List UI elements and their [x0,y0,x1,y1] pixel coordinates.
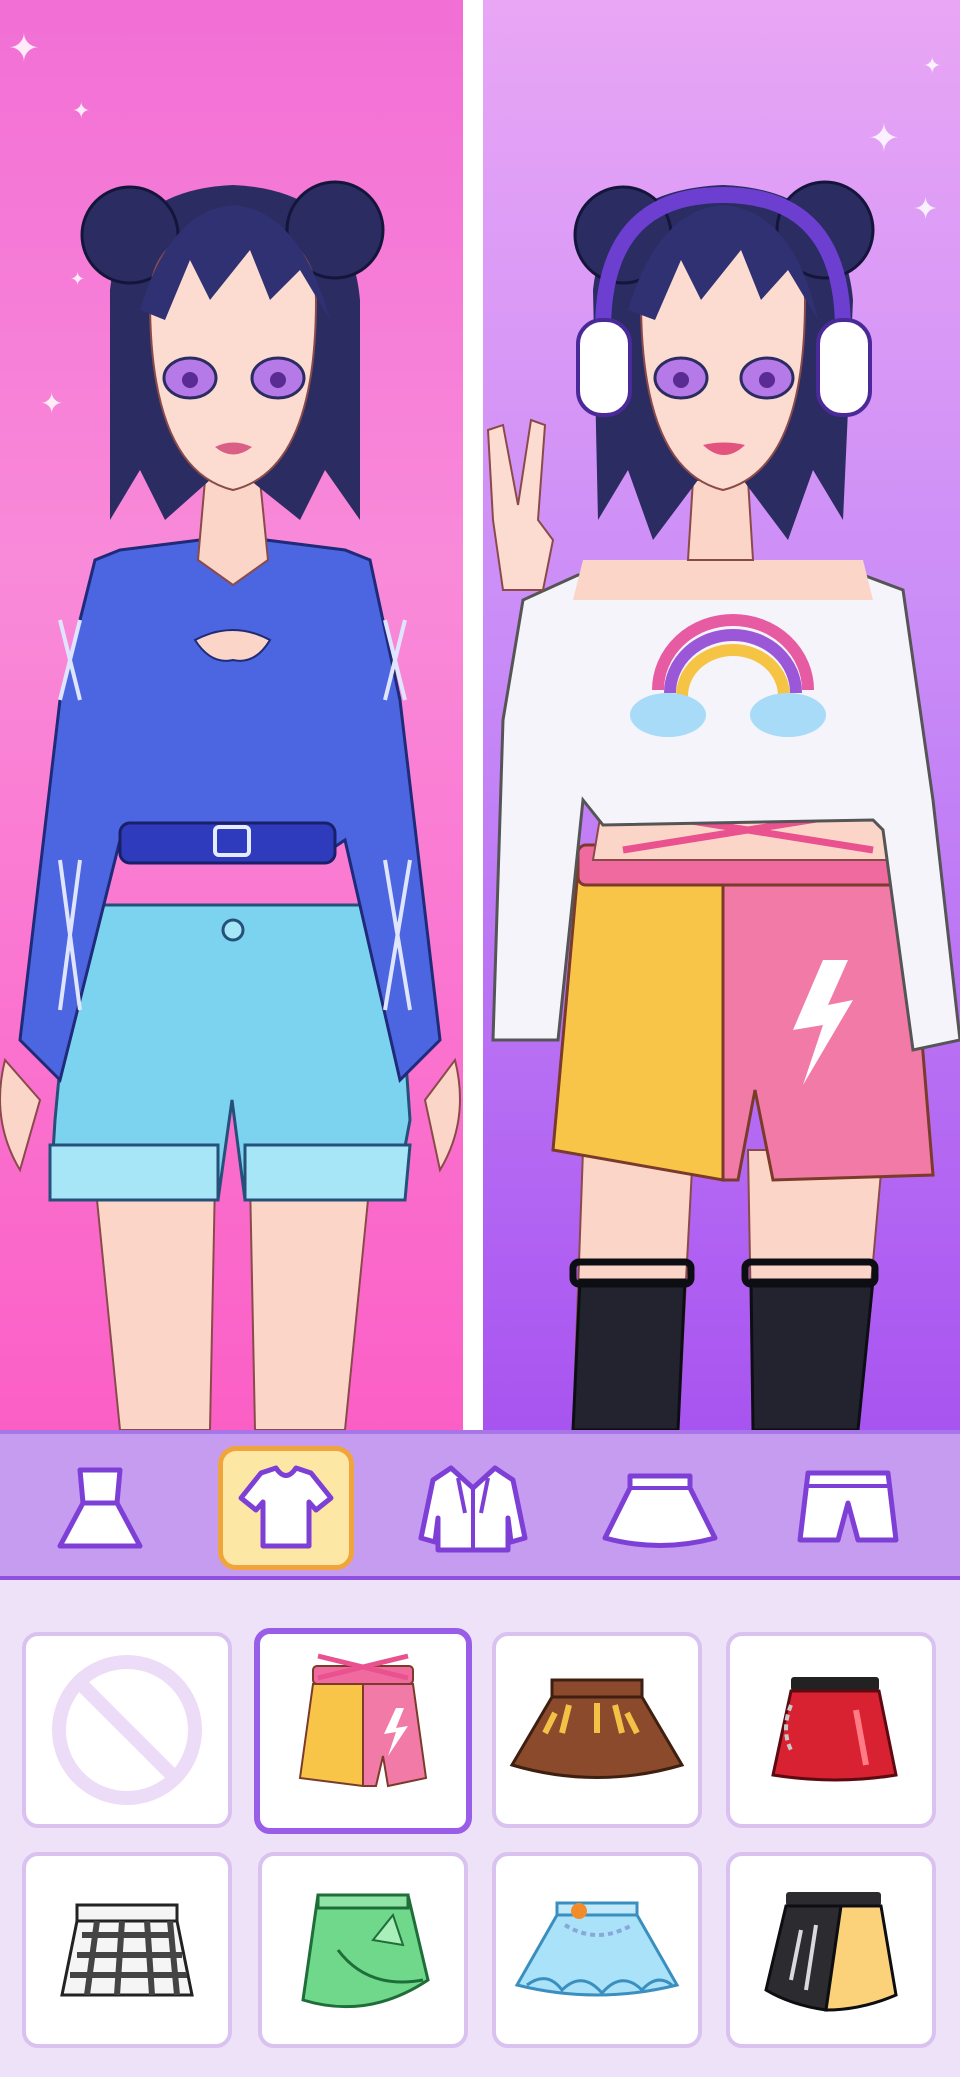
brown-bow-skirt-icon [509,1678,685,1779]
category-tab-skirt[interactable] [592,1446,728,1570]
item-skirt-black-yellow[interactable] [726,1852,936,2048]
sparkle-icon: ✦ [72,98,91,123]
skirt-icon [602,1473,718,1548]
item-skirt-brown[interactable] [492,1632,702,1828]
item-skirt-green[interactable] [258,1852,468,2048]
category-tab-jacket[interactable] [405,1446,541,1570]
none-icon [52,1655,202,1805]
character-panel-left: ✦ ✦ ✦ ✦ [0,0,463,1430]
item-skirt-split[interactable] [254,1628,472,1834]
item-grid [0,1580,960,2077]
shirt-icon [238,1465,334,1549]
character-left-figure [0,180,461,1430]
shorts-icon [797,1470,899,1543]
item-skirt-blue[interactable] [492,1852,702,2048]
character-right-figure [486,180,960,1430]
category-tab-shorts[interactable] [780,1446,916,1570]
blue-tulle-skirt-icon [514,1901,680,1997]
item-none[interactable] [22,1632,232,1828]
dress-up-preview: ✦ ✦ ✦ ✦ ✦ ✦ ✦ [0,0,960,1430]
category-tab-top[interactable] [218,1446,354,1570]
item-skirt-plaid[interactable] [22,1852,232,2048]
panel-divider [463,0,483,1430]
sparkle-icon: ✦ [913,193,939,226]
plaid-skirt-icon [60,1903,194,1997]
item-skirt-red[interactable] [726,1632,936,1828]
category-tab-dress[interactable] [32,1446,168,1570]
green-wrap-skirt-icon [301,1893,430,2009]
sparkle-icon: ✦ [70,269,86,289]
sparkle-icon: ✦ [40,388,64,419]
character-panel-right: ✦ ✦ ✦ [483,0,960,1430]
dress-icon [57,1467,143,1549]
black-yellow-skirt-icon [764,1892,898,2012]
sparkle-icon: ✦ [868,118,900,160]
jacket-icon [418,1465,528,1553]
sparkle-icon: ✦ [8,28,40,70]
sparkle-icon: ✦ [923,53,942,78]
split-yellow-pink-skirt-icon [298,1653,428,1788]
category-bar [0,1430,960,1580]
red-leather-skirt-icon [771,1677,898,1782]
